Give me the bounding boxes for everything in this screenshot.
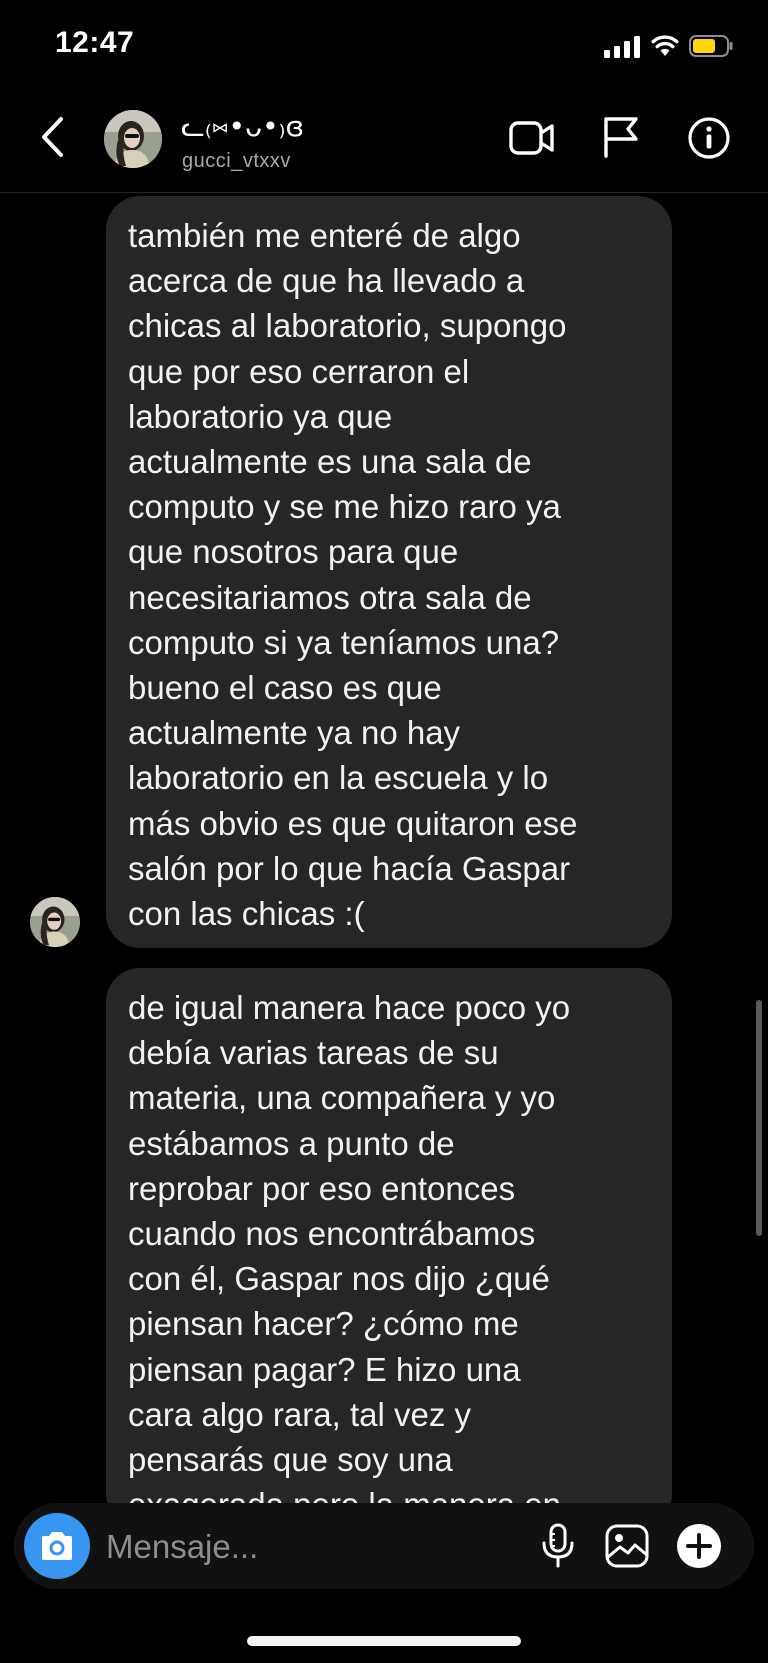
video-call-icon <box>509 121 554 155</box>
message-bubble[interactable]: de igual manera hace poco yo debía varia… <box>106 968 672 1528</box>
microphone-icon <box>542 1523 574 1568</box>
gallery-button[interactable] <box>604 1523 650 1569</box>
status-time: 12:47 <box>55 26 135 59</box>
conversation-header: ᓚ₍⑅•ᴗ•₎ɞ gucci_vtxxv <box>0 92 768 193</box>
contact-display-name[interactable]: ᓚ₍⑅•ᴗ•₎ɞ <box>181 110 304 143</box>
dm-screen: 12:47 ᓚ₍⑅•ᴗ•₎ɞ gucci_vtxxv también me en… <box>0 0 768 1663</box>
back-chevron-icon <box>42 117 63 157</box>
flag-icon <box>604 117 638 158</box>
battery-icon <box>689 35 733 57</box>
message-bubble[interactable]: también me enteré de algo acerca de que … <box>106 196 672 948</box>
wifi-icon <box>651 35 679 56</box>
scrollbar[interactable] <box>756 1000 762 1236</box>
profile-photo <box>104 110 162 168</box>
contact-avatar[interactable] <box>104 110 162 168</box>
info-button[interactable] <box>687 116 731 160</box>
cellular-signal-icon <box>604 36 640 58</box>
report-flag-button[interactable] <box>600 116 642 158</box>
home-indicator[interactable] <box>247 1636 521 1646</box>
camera-icon <box>42 1532 72 1560</box>
video-call-button[interactable] <box>508 118 556 158</box>
message-composer <box>14 1503 754 1589</box>
contact-username[interactable]: gucci_vtxxv <box>182 150 291 173</box>
sender-avatar[interactable] <box>30 897 80 947</box>
status-bar: 12:47 <box>0 0 768 90</box>
back-button[interactable] <box>30 112 74 162</box>
camera-button[interactable] <box>24 1513 90 1579</box>
gallery-icon <box>605 1524 649 1568</box>
plus-icon <box>677 1524 721 1568</box>
more-options-button[interactable] <box>676 1523 722 1569</box>
profile-photo <box>30 897 80 947</box>
message-input[interactable] <box>104 1521 508 1573</box>
voice-message-button[interactable] <box>538 1523 578 1569</box>
info-icon <box>688 117 730 159</box>
